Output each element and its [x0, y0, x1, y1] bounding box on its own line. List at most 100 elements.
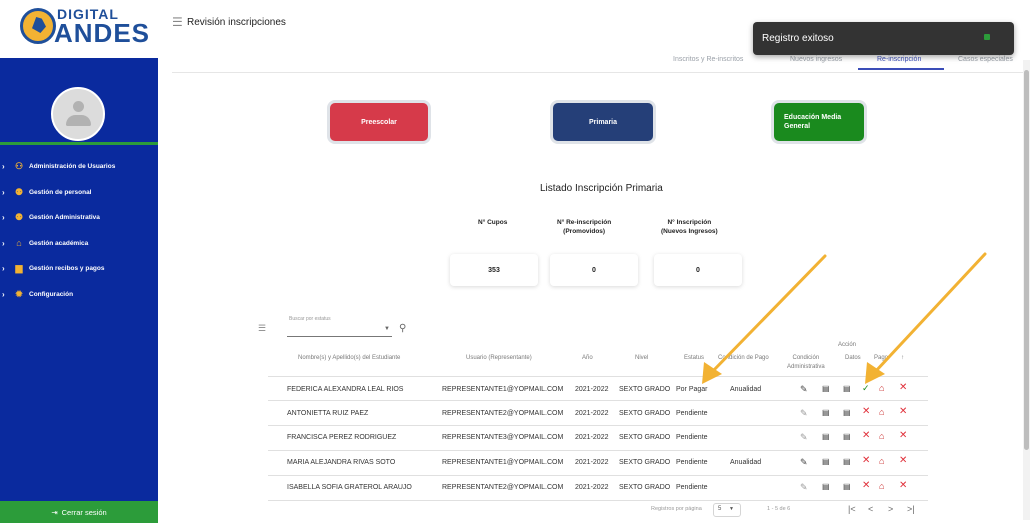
scrollbar-thumb[interactable]: [1024, 70, 1029, 450]
people-icon: ⚉: [14, 212, 24, 223]
close-icon[interactable]: ✕: [899, 455, 907, 466]
chevron-right-icon: ›: [2, 162, 5, 172]
document-icon[interactable]: ▤: [843, 482, 851, 491]
document-icon[interactable]: ▤: [822, 482, 830, 491]
rows-per-page-value: 5: [718, 506, 722, 512]
tab-inscritos[interactable]: Inscritos y Re-inscritos: [673, 56, 743, 63]
tab-re-inscripcion[interactable]: Re-inscripción: [877, 56, 921, 63]
edit-icon[interactable]: ✎: [800, 384, 808, 395]
sidebar-item-label: Gestión Administrativa: [29, 214, 100, 222]
document-icon[interactable]: ▤: [843, 384, 851, 393]
header-usuario[interactable]: Usuario (Representante): [466, 354, 532, 363]
filter-icon[interactable]: ☰: [258, 323, 266, 334]
tab-casos-especiales[interactable]: Casos especiales: [958, 56, 1013, 63]
cell-estatus: Por Pagar: [676, 386, 708, 393]
primaria-button[interactable]: Primaria: [550, 100, 656, 144]
document-icon[interactable]: ▤: [843, 432, 851, 441]
chevron-right-icon: ›: [2, 213, 5, 223]
edit-icon[interactable]: ✎: [800, 432, 808, 443]
check-icon[interactable]: ✓: [862, 383, 870, 394]
bank-icon: ⌂: [16, 238, 22, 249]
stat-value-reinscripcion: 0: [550, 254, 638, 286]
header-pago: Pago: [874, 355, 889, 361]
brand-logo: DIGITAL ANDES: [0, 0, 158, 58]
avatar[interactable]: [51, 87, 105, 141]
gear-icon: ✹: [15, 288, 23, 299]
close-icon[interactable]: ✕: [899, 430, 907, 441]
last-page-button[interactable]: >|: [907, 504, 915, 514]
row-divider: [268, 450, 928, 451]
brand-word-2: ANDES: [54, 18, 151, 48]
toast-close-icon[interactable]: [984, 34, 990, 40]
sidebar-item-academica[interactable]: › ⌂ Gestión académica: [0, 231, 158, 257]
logout-button[interactable]: ⇥ Cerrar sesión: [0, 501, 158, 523]
search-underline: [287, 336, 392, 337]
sidebar-nav: › ⚇ Administración de Usuarios › ⚉ Gesti…: [0, 154, 158, 307]
search-icon[interactable]: ⚲: [399, 323, 406, 334]
close-icon[interactable]: ✕: [899, 480, 907, 491]
document-icon[interactable]: ▤: [843, 457, 851, 466]
header-accion: Acción: [838, 342, 857, 348]
primaria-label: Primaria: [588, 118, 618, 126]
success-toast: Registro exitoso: [753, 22, 1014, 55]
annotation-arrow-check: [865, 252, 987, 384]
cell-nombre: ANTONIETTA RUIZ PAEZ: [287, 410, 369, 417]
search-label: Buscar por estatus: [289, 316, 331, 322]
cell-anio: 2021-2022: [575, 484, 609, 491]
tab-nuevos-ingresos[interactable]: Nuevos ingresos: [790, 56, 842, 63]
first-page-button[interactable]: |<: [848, 504, 856, 514]
sidebar-item-configuracion[interactable]: › ✹ Configuración: [0, 282, 158, 308]
document-icon[interactable]: ▤: [822, 408, 830, 417]
stat-label-line-1: N° Re-inscripción: [557, 219, 612, 226]
stat-label-line-2: (Promovidos): [563, 228, 606, 235]
sidebar-item-usuarios[interactable]: › ⚇ Administración de Usuarios: [0, 154, 158, 180]
document-icon[interactable]: ▤: [843, 408, 851, 417]
document-icon[interactable]: ▤: [822, 457, 830, 466]
edit-icon[interactable]: ✎: [800, 408, 808, 419]
status-search-select[interactable]: Buscar por estatus ▼ ⚲: [287, 316, 413, 340]
stat-label-line-1: N° Inscripción: [667, 219, 712, 226]
educacion-media-line-1: Educación Media: [784, 114, 842, 121]
header-estatus[interactable]: Estatus: [684, 354, 704, 363]
bank-icon[interactable]: ⌂: [879, 456, 884, 466]
sort-arrow-icon[interactable]: ↑: [901, 354, 904, 363]
row-divider: [268, 400, 928, 401]
sidebar-item-personal[interactable]: › ⚉ Gestión de personal: [0, 180, 158, 206]
document-icon[interactable]: ▤: [822, 384, 830, 393]
edit-icon[interactable]: ✎: [800, 482, 808, 493]
cell-usuario: REPRESENTANTE1@YOPMAIL.COM: [442, 386, 564, 393]
sidebar-item-label: Administración de Usuarios: [29, 163, 116, 171]
close-icon[interactable]: ✕: [862, 480, 870, 491]
close-icon[interactable]: ✕: [862, 455, 870, 466]
cell-nombre: FEDERICA ALEXANDRA LEAL RIOS: [287, 386, 404, 393]
sidebar-item-administrativa[interactable]: › ⚉ Gestión Administrativa: [0, 205, 158, 231]
row-divider: [268, 475, 928, 476]
sidebar-item-label: Configuración: [29, 290, 74, 298]
header-anio[interactable]: Año: [582, 354, 593, 363]
stat-label-line-2: (Nuevos Ingresos): [661, 228, 718, 235]
document-icon[interactable]: ▤: [822, 432, 830, 441]
bank-icon[interactable]: ⌂: [879, 481, 884, 491]
edit-icon[interactable]: ✎: [800, 457, 808, 468]
close-icon[interactable]: ✕: [862, 430, 870, 441]
bank-icon[interactable]: ⌂: [879, 383, 884, 393]
close-icon[interactable]: ✕: [862, 406, 870, 417]
cell-nivel: SEXTO GRADO: [619, 410, 671, 417]
preescolar-button[interactable]: Preescolar: [327, 100, 431, 144]
hamburger-menu-icon[interactable]: ☰: [172, 15, 183, 29]
tab-divider: [172, 72, 1030, 73]
header-nombre[interactable]: Nombre(s) y Apellido(s) del Estudiante: [298, 354, 400, 363]
close-icon[interactable]: ✕: [899, 406, 907, 417]
bank-icon[interactable]: ⌂: [879, 407, 884, 417]
rows-per-page-select[interactable]: 5 ▼: [713, 503, 741, 517]
header-nivel[interactable]: Nivel: [635, 354, 648, 363]
next-page-button[interactable]: >: [888, 504, 893, 514]
sidebar-item-recibos[interactable]: › ▆ Gestión recibos y pagos: [0, 256, 158, 282]
chevron-right-icon: ›: [2, 238, 5, 248]
close-icon[interactable]: ✕: [899, 382, 907, 393]
bank-icon[interactable]: ⌂: [879, 431, 884, 441]
logo-sun-icon: [20, 8, 56, 44]
educacion-media-button[interactable]: Educación Media General: [771, 100, 867, 144]
header-condicion-pago[interactable]: Condición de Pago: [718, 354, 769, 363]
prev-page-button[interactable]: <: [868, 504, 873, 514]
